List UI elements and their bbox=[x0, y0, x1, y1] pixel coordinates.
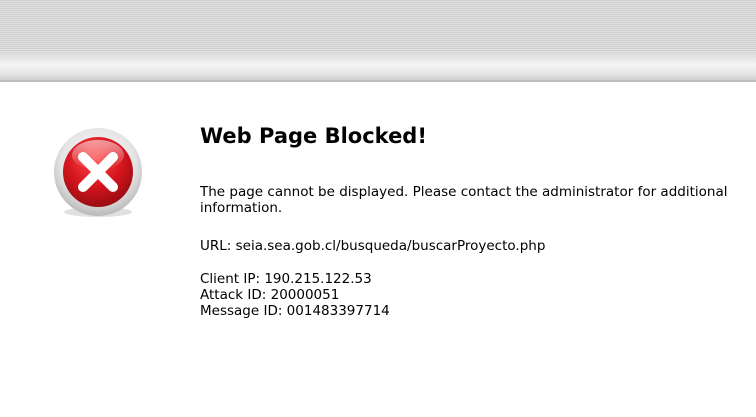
header-band bbox=[0, 52, 756, 80]
attack-id: Attack ID: 20000051 bbox=[200, 287, 340, 303]
message-id: Message ID: 001483397714 bbox=[200, 303, 390, 319]
blocked-description: The page cannot be displayed. Please con… bbox=[200, 184, 728, 216]
client-ip: Client IP: 190.215.122.53 bbox=[200, 271, 372, 287]
block-message: Web Page Blocked! The page cannot be dis… bbox=[200, 122, 740, 319]
header-divider bbox=[0, 80, 756, 82]
blocked-url: URL: seia.sea.gob.cl/busqueda/buscarProy… bbox=[200, 238, 546, 254]
header-bar bbox=[0, 0, 756, 82]
block-details: Client IP: 190.215.122.53 Attack ID: 200… bbox=[200, 271, 740, 319]
page-title: Web Page Blocked! bbox=[200, 124, 427, 148]
error-x-icon bbox=[52, 128, 144, 220]
